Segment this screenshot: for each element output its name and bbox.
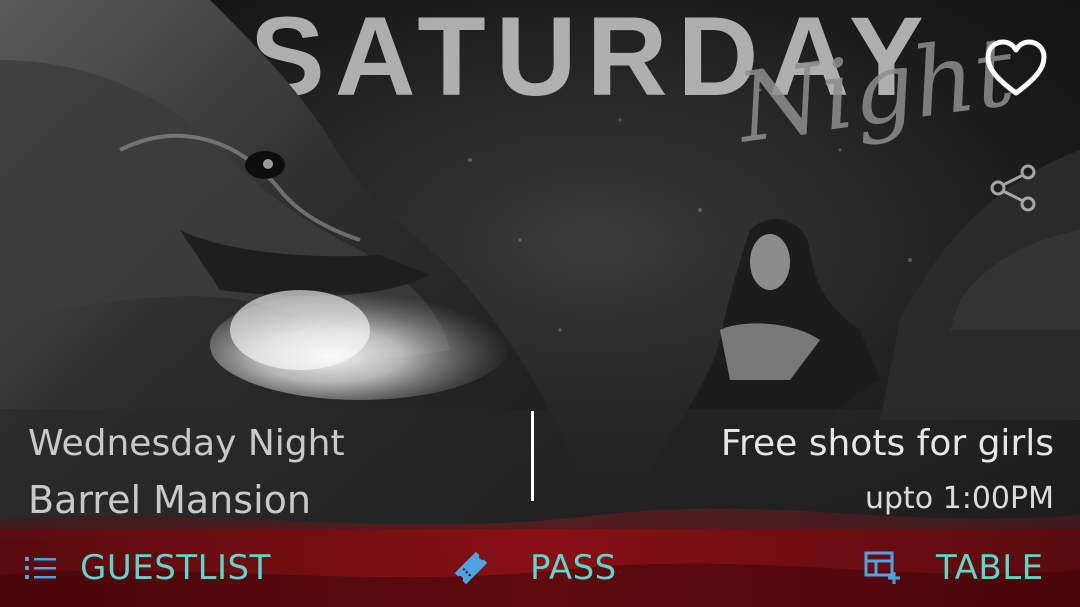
table-label: TABLE [936, 548, 1044, 588]
heart-outline-icon [985, 39, 1047, 96]
event-card[interactable]: SATURDAY Night Wednesday Night Barrel Ma… [0, 0, 1080, 607]
pass-button[interactable]: PASS [452, 541, 617, 595]
guestlist-label: GUESTLIST [80, 548, 271, 588]
event-details: Wednesday Night Barrel Mansion [28, 417, 345, 529]
event-info-bar: Wednesday Night Barrel Mansion Free shot… [0, 409, 1080, 529]
event-title: Wednesday Night [28, 423, 345, 464]
share-icon [990, 164, 1036, 212]
pass-label: PASS [530, 548, 617, 588]
event-offer: Free shots for girls upto 1:00PM [721, 417, 1054, 527]
favorite-button[interactable] [980, 36, 1052, 102]
guestlist-button[interactable]: GUESTLIST [24, 541, 271, 595]
event-venue: Barrel Mansion [28, 478, 311, 522]
list-icon [25, 557, 56, 579]
offer-time: upto 1:00PM [864, 481, 1054, 516]
table-button[interactable]: TABLE [864, 541, 1044, 595]
ticket-icon [454, 551, 488, 585]
share-button[interactable] [986, 160, 1042, 216]
info-divider [531, 411, 534, 501]
offer-text: Free shots for girls [720, 423, 1054, 464]
table-add-icon [864, 551, 900, 584]
action-bar: GUESTLIST PASS TABLE [0, 529, 1080, 607]
